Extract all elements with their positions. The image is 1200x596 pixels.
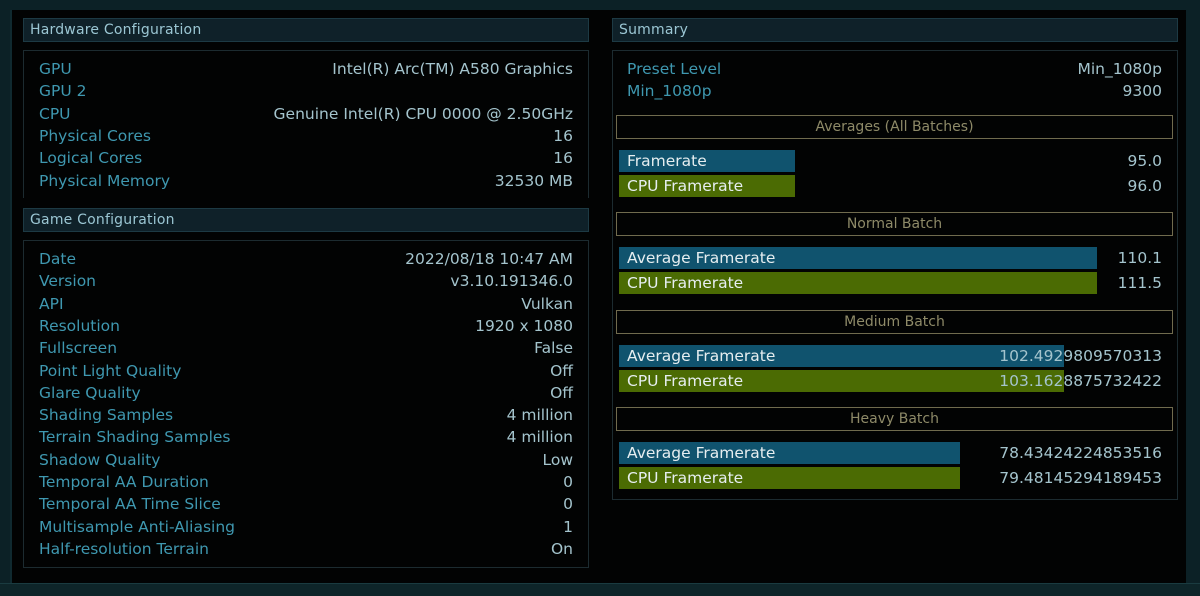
row-value: Low — [542, 450, 573, 469]
hardware-config-panel: GPU Intel(R) Arc(TM) A580 Graphics GPU 2 CP… — [23, 50, 589, 198]
batch-header: Averages (All Batches) — [616, 115, 1173, 139]
row-value: On — [550, 539, 573, 558]
row-label: Resolution — [39, 316, 120, 335]
bar-value: 96.0 — [1127, 177, 1162, 195]
config-row: Physical Memory 32530 MB — [39, 170, 573, 192]
row-label: Point Light Quality — [39, 361, 182, 380]
config-row: Resolution 1920 x 1080 — [39, 315, 573, 337]
bar-label: CPU Framerate — [627, 372, 744, 390]
bar-value: 110.1 — [1117, 249, 1162, 267]
batch-header: Medium Batch — [616, 310, 1173, 334]
config-row: Shadow Quality Low — [39, 449, 573, 471]
row-label: Min_1080p — [627, 82, 712, 101]
framerate-bar-row: Average Framerate 110.1 — [619, 247, 1162, 269]
row-label: Physical Memory — [39, 171, 171, 190]
row-value: Intel(R) Arc(TM) A580 Graphics — [332, 60, 573, 78]
row-label: Multisample Anti-Aliasing — [39, 517, 235, 536]
row-value: Min_1080p — [1077, 60, 1162, 78]
row-value: 1 — [563, 517, 573, 536]
row-label: Fullscreen — [39, 339, 118, 358]
row-label: Glare Quality — [39, 383, 141, 402]
cpu-framerate-bar-row: CPU Framerate 96.0 — [619, 175, 1162, 197]
row-label: Version — [39, 272, 96, 291]
bar-value: 79.48145294189453 — [999, 469, 1162, 487]
row-value: 0 — [563, 495, 573, 514]
row-label: Shadow Quality — [39, 450, 161, 469]
row-label: Logical Cores — [39, 149, 143, 168]
row-label: Physical Cores — [39, 126, 151, 145]
config-row: CPU Genuine Intel(R) CPU 0000 @ 2.50GHz — [39, 103, 573, 125]
config-row: Version v3.10.191346.0 — [39, 270, 573, 292]
row-label: Date — [39, 250, 77, 268]
config-row: Physical Cores 16 — [39, 125, 573, 147]
hardware-config-header: Hardware Configuration — [23, 18, 589, 42]
row-label: Terrain Shading Samples — [39, 428, 231, 447]
config-row: API Vulkan — [39, 293, 573, 315]
row-label: GPU — [39, 60, 72, 78]
config-row: Half-resolution Terrain On — [39, 538, 573, 560]
bar-label: Average Framerate — [627, 249, 776, 267]
cpu-framerate-bar-row: CPU Framerate 103.1628875732422 — [619, 370, 1162, 392]
row-value: Genuine Intel(R) CPU 0000 @ 2.50GHz — [273, 104, 573, 123]
bar-label: Framerate — [627, 152, 707, 170]
row-value: v3.10.191346.0 — [450, 272, 573, 291]
row-value: 16 — [553, 149, 573, 168]
config-row: Point Light Quality Off — [39, 360, 573, 382]
config-row: Terrain Shading Samples 4 million — [39, 426, 573, 448]
row-label: Temporal AA Time Slice — [39, 495, 221, 514]
game-config-panel: Date 2022/08/18 10:47 AM Version v3.10.1913… — [23, 240, 589, 568]
game-config-header: Game Configuration — [23, 208, 589, 232]
row-value: 32530 MB — [494, 171, 573, 190]
config-row: Preset Level Min_1080p — [627, 58, 1162, 80]
row-label: GPU 2 — [39, 82, 87, 101]
bar-label: CPU Framerate — [627, 469, 744, 487]
config-row: GPU 2 — [39, 80, 573, 102]
batch-header: Normal Batch — [616, 212, 1173, 236]
row-value: 1920 x 1080 — [475, 316, 573, 335]
row-label: CPU — [39, 104, 71, 123]
summary-header: Summary — [612, 18, 1178, 42]
config-row: Temporal AA Time Slice 0 — [39, 493, 573, 515]
bottom-border — [0, 583, 1200, 596]
config-row: Multisample Anti-Aliasing 1 — [39, 516, 573, 538]
bar-value: 111.5 — [1117, 274, 1162, 292]
bar-label: CPU Framerate — [627, 177, 744, 195]
row-label: Temporal AA Duration — [39, 473, 209, 491]
config-row: Temporal AA Duration 0 — [39, 471, 573, 493]
row-value: False — [534, 339, 573, 358]
config-row: GPU Intel(R) Arc(TM) A580 Graphics — [39, 58, 573, 80]
config-row: Shading Samples 4 million — [39, 404, 573, 426]
row-value: Off — [550, 383, 573, 402]
row-value: Off — [550, 361, 573, 380]
row-label: API — [39, 294, 64, 313]
bar-value: 95.0 — [1127, 152, 1162, 170]
bar-label: CPU Framerate — [627, 274, 744, 292]
config-row: Fullscreen False — [39, 337, 573, 359]
cpu-framerate-bar-row: CPU Framerate 111.5 — [619, 272, 1162, 294]
row-label: Shading Samples — [39, 406, 174, 425]
row-value: 16 — [553, 126, 573, 145]
row-value: 9300 — [1122, 82, 1162, 101]
bar-value: 102.4929809570313 — [999, 347, 1162, 365]
framerate-bar-row: Average Framerate 102.4929809570313 — [619, 345, 1162, 367]
framerate-bar-row: Average Framerate 78.43424224853516 — [619, 442, 1162, 464]
row-value: 0 — [563, 473, 573, 491]
row-label: Half-resolution Terrain — [39, 539, 210, 558]
bar-value: 78.43424224853516 — [999, 444, 1162, 462]
batch-header: Heavy Batch — [616, 407, 1173, 431]
row-value: 4 million — [506, 428, 573, 447]
cpu-framerate-bar-row: CPU Framerate 79.48145294189453 — [619, 467, 1162, 489]
config-row: Date 2022/08/18 10:47 AM — [39, 248, 573, 270]
bar-label: Average Framerate — [627, 444, 776, 462]
row-value: Vulkan — [521, 294, 573, 313]
row-label: Preset Level — [627, 60, 722, 78]
row-value: 4 million — [506, 406, 573, 425]
config-row: Min_1080p 9300 — [627, 80, 1162, 102]
bar-value: 103.1628875732422 — [999, 372, 1162, 390]
config-row: Glare Quality Off — [39, 382, 573, 404]
bar-label: Average Framerate — [627, 347, 776, 365]
config-row: Logical Cores 16 — [39, 147, 573, 169]
framerate-bar-row: Framerate 95.0 — [619, 150, 1162, 172]
row-value: 2022/08/18 10:47 AM — [405, 250, 573, 268]
